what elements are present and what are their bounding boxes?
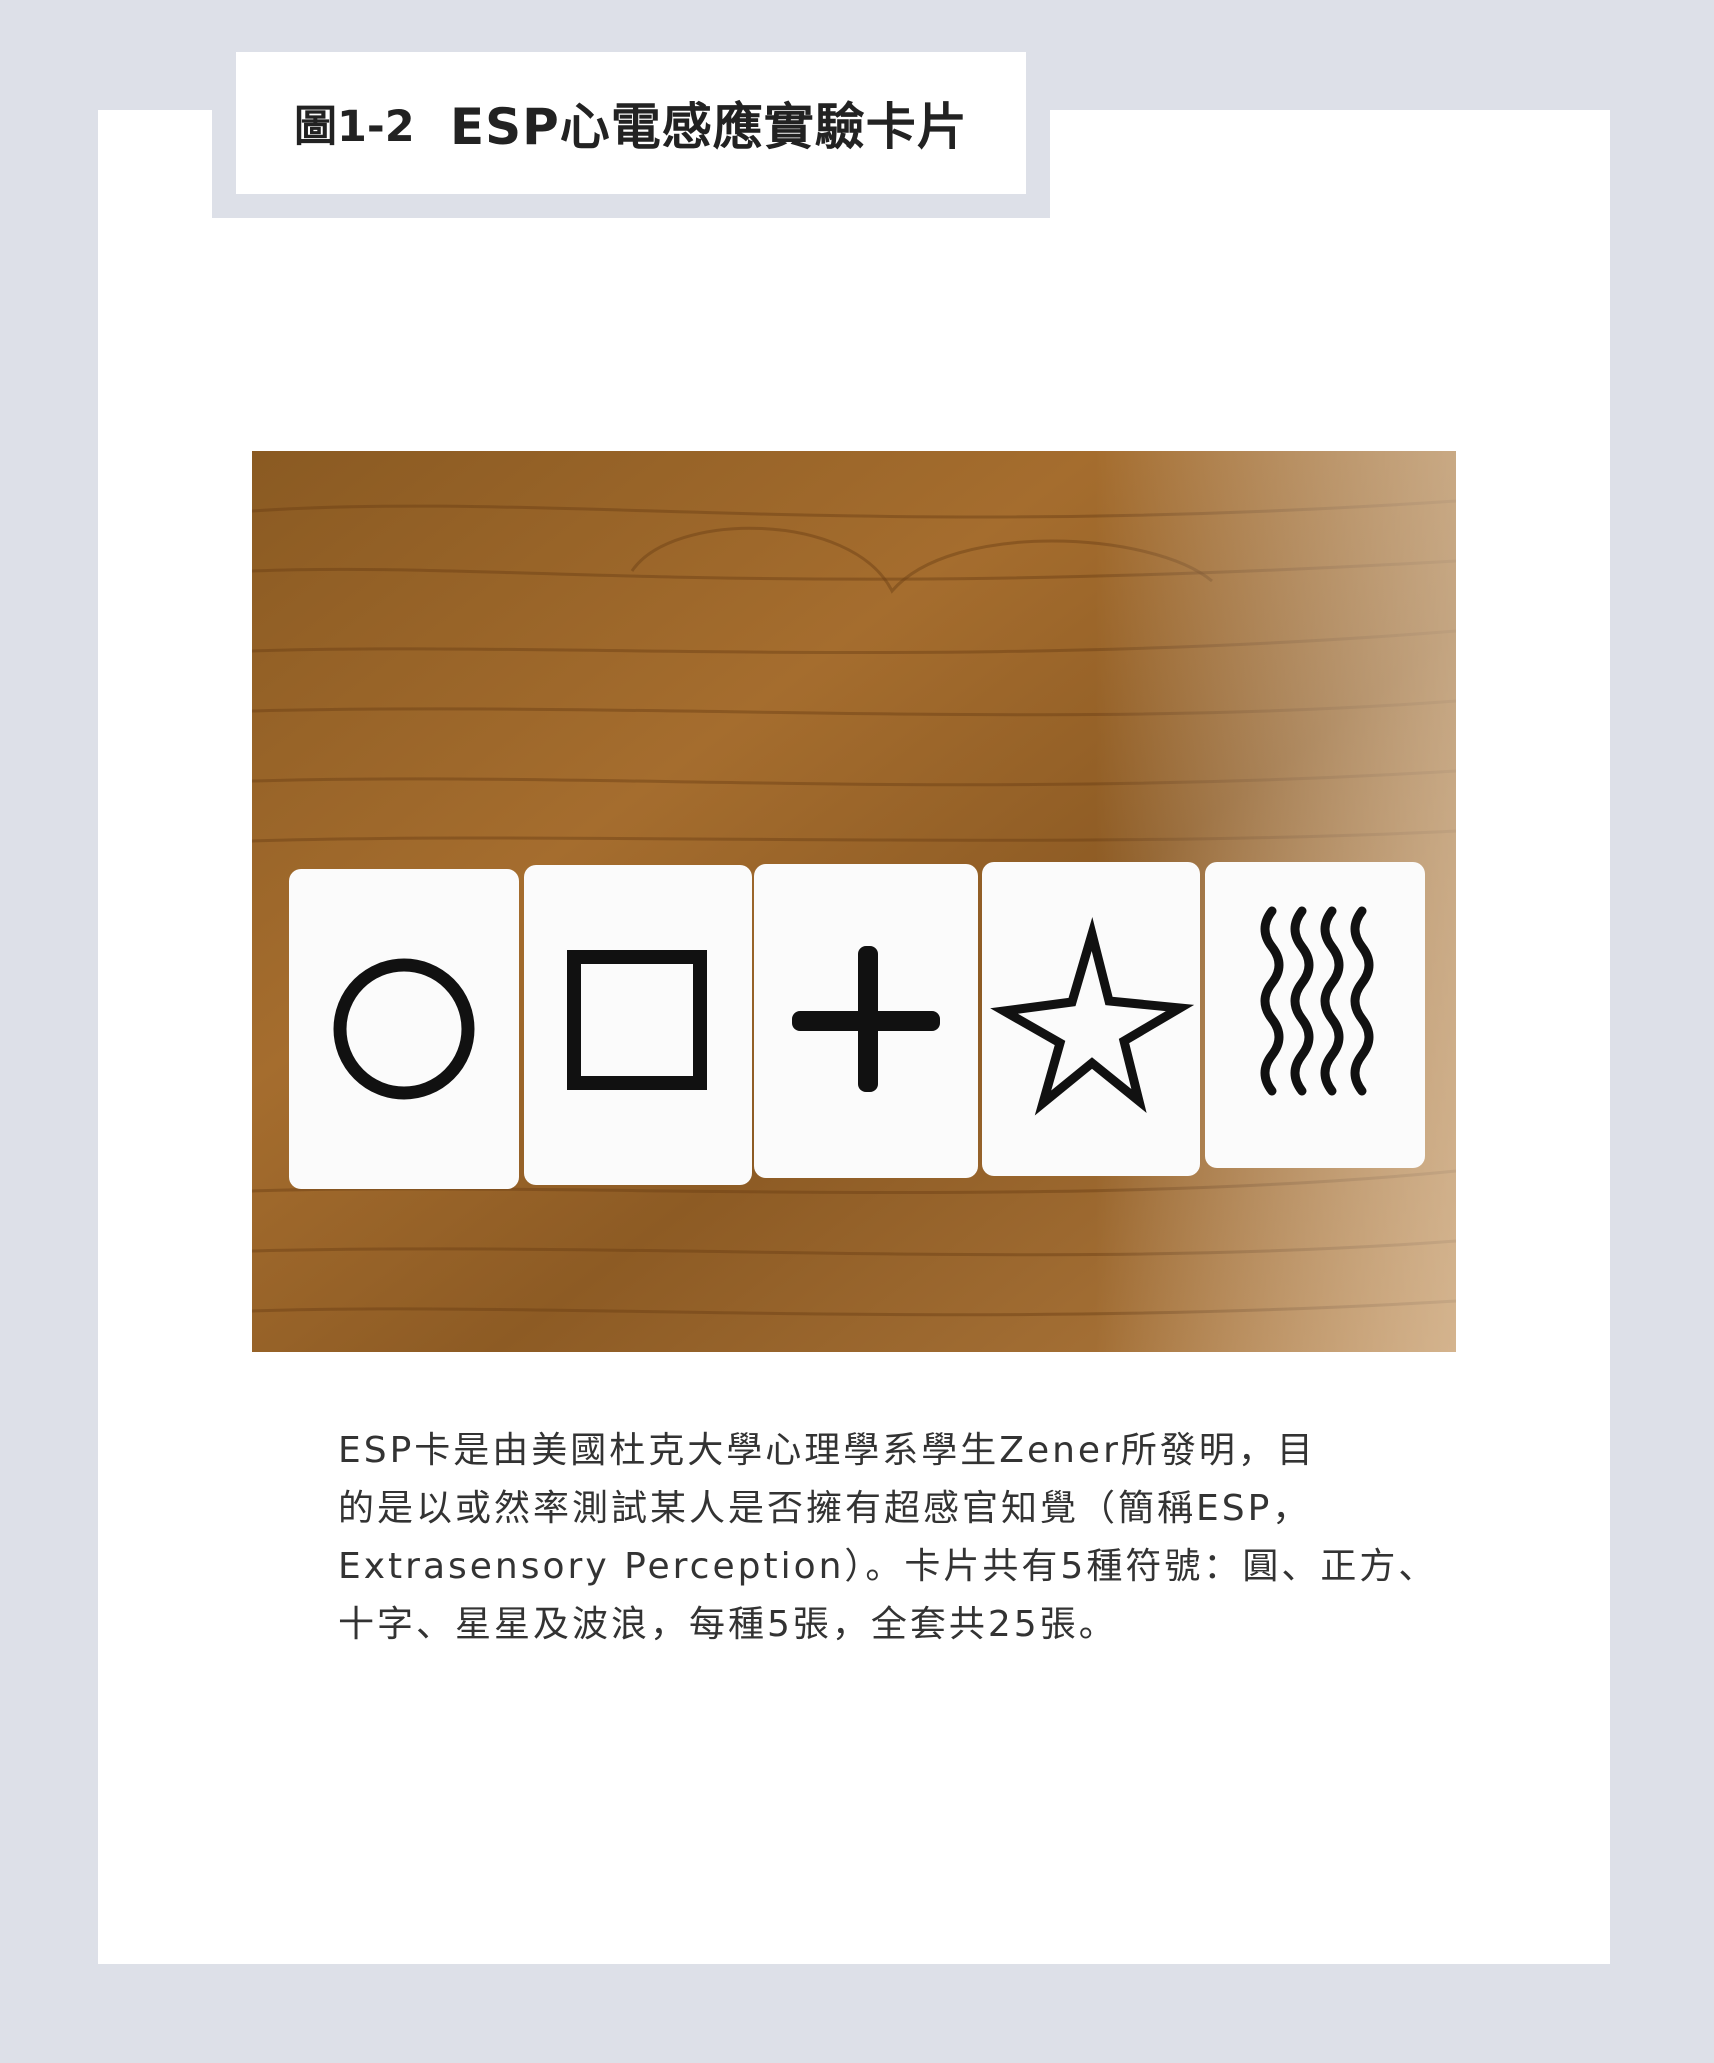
figure-title: ESP心電感應實驗卡片	[450, 98, 968, 156]
card-square	[524, 865, 752, 1185]
esp-cards-photo	[252, 451, 1456, 1352]
figure-title-box: 圖1-2 ESP心電感應實驗卡片	[236, 52, 1026, 194]
caption-line: ESP卡是由美國杜克大學心理學系學生Zener所發明，目	[338, 1430, 1316, 1471]
card-circle	[289, 869, 519, 1189]
caption-line: Extrasensory Perception）。卡片共有5種符號：圓、正方、	[338, 1546, 1438, 1587]
caption-text: ESP卡是由美國杜克大學心理學系學生Zener所發明，目 的是以或然率測試某人是…	[338, 1422, 1438, 1654]
caption-line: 十字、星星及波浪，每種5張，全套共25張。	[338, 1604, 1118, 1645]
card-waves	[1205, 862, 1425, 1168]
caption-line: 的是以或然率測試某人是否擁有超感官知覺（簡稱ESP，	[338, 1488, 1312, 1529]
figure-number: 圖1-2	[294, 102, 415, 152]
card-star	[982, 862, 1200, 1176]
card-cross	[754, 864, 978, 1178]
